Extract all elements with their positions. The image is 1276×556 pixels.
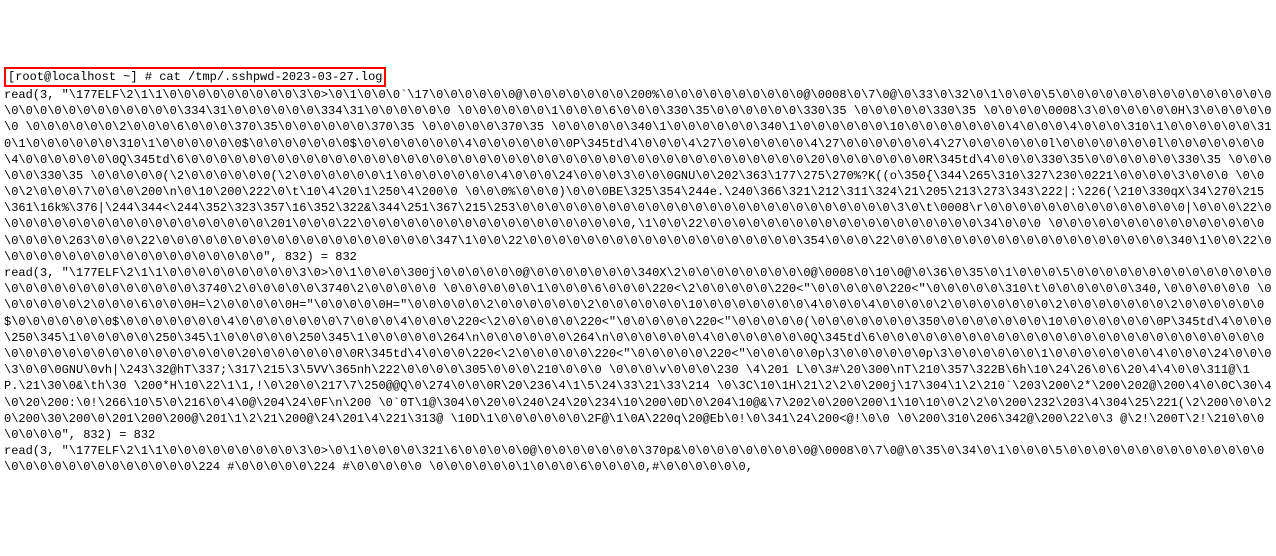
prompt-prefix: [root@localhost ~] (8, 70, 138, 84)
terminal-output: read(3, "\177ELF\2\1\1\0\0\0\0\0\0\0\0\0… (4, 87, 1272, 476)
prompt-symbol (138, 70, 145, 84)
command-highlight: [root@localhost ~] # cat /tmp/.sshpwd-20… (4, 67, 386, 87)
terminal-prompt-line: [root@localhost ~] # cat /tmp/.sshpwd-20… (4, 70, 386, 84)
command-text: cat /tmp/.sshpwd-2023-03-27.log (159, 70, 382, 84)
